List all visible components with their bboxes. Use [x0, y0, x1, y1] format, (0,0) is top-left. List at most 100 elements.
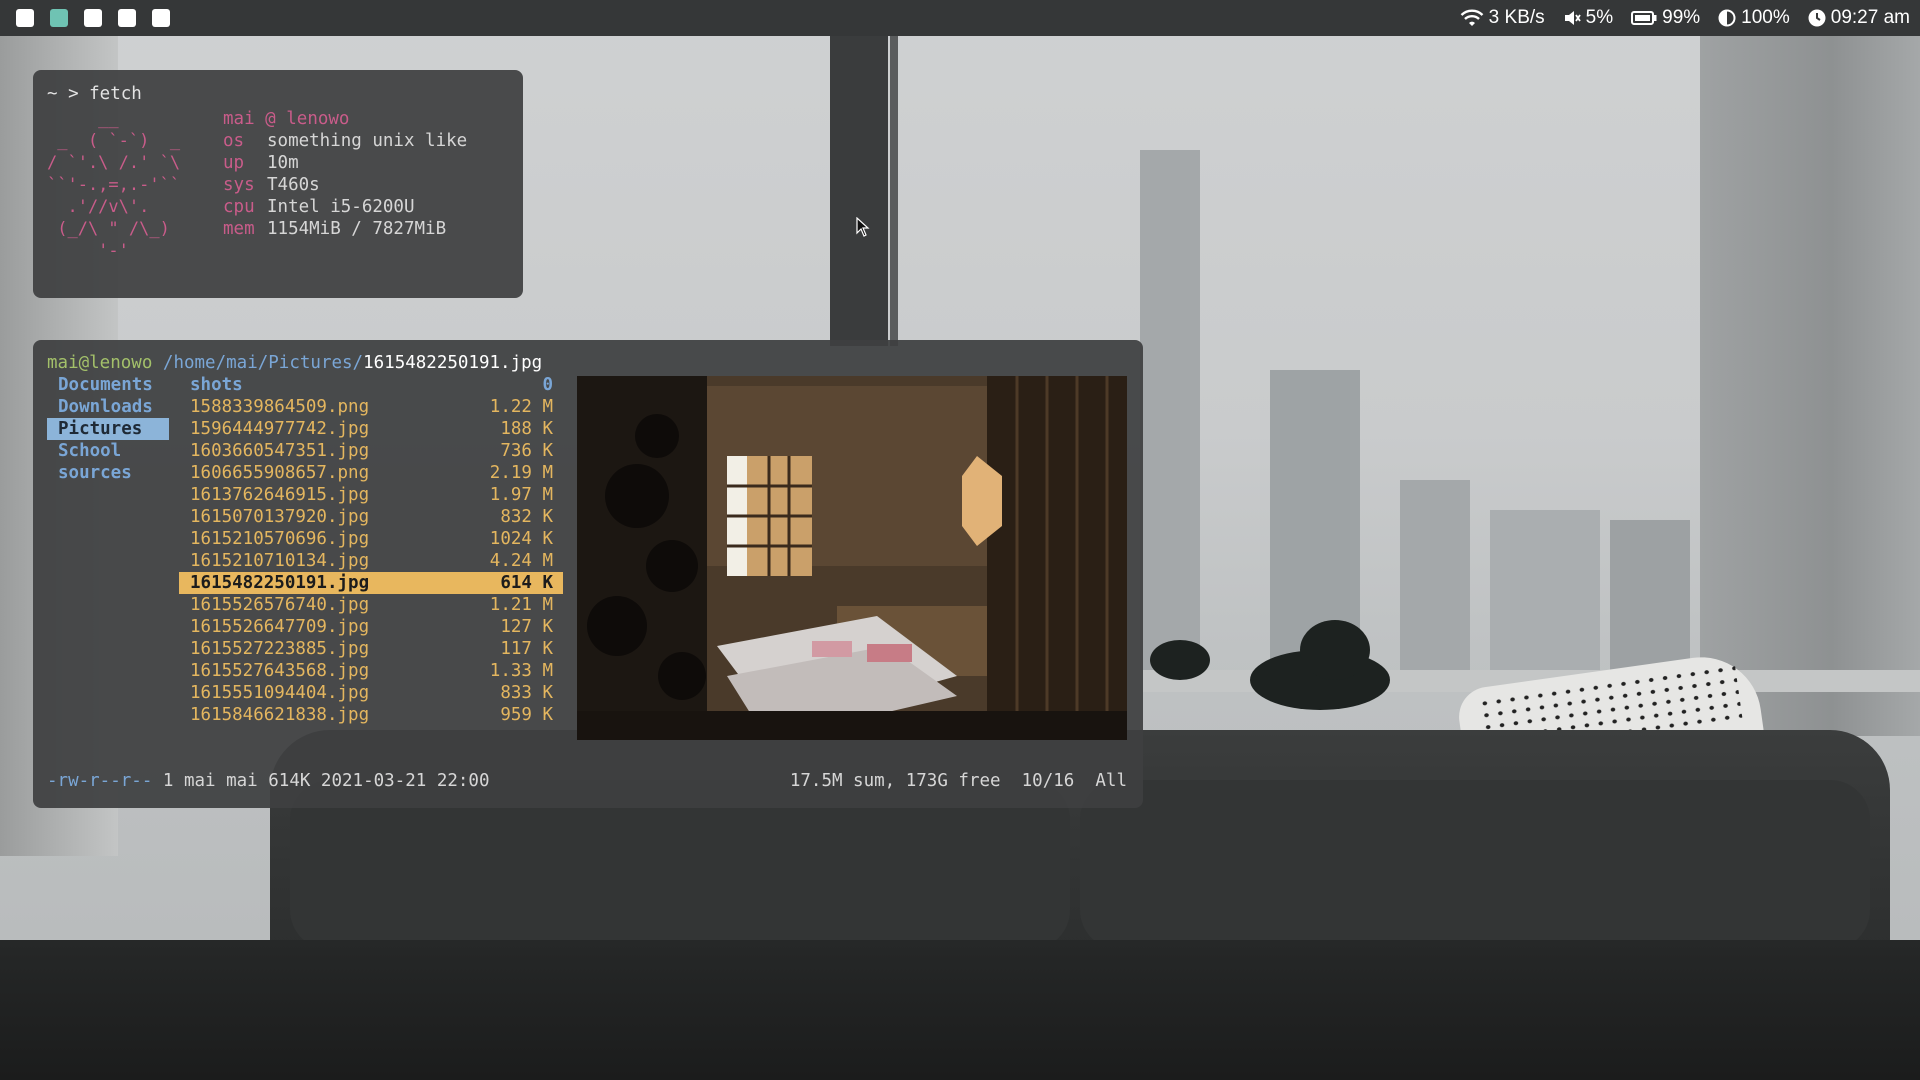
file-list: shots 0 1588339864509.png 1.22 M 159644497… [179, 374, 563, 726]
workspace-4-button[interactable] [118, 9, 136, 27]
file-size: 2.19 M [489, 463, 553, 483]
fetch-user: mai [223, 109, 255, 129]
file-details: 1 mai mai 614K 2021-03-21 22:00 [152, 771, 490, 791]
user-host: mai@lenowo [47, 353, 153, 373]
list-item[interactable]: 1615210570696.jpg 1024 K [179, 528, 563, 550]
file-size: 959 K [500, 705, 553, 725]
list-item[interactable]: 1615210710134.jpg 4.24 M [179, 550, 563, 572]
info-row-os: os something unix like [223, 130, 467, 152]
fetch-host: lenowo [286, 109, 350, 129]
info-row-cpu: cpu Intel i5-6200U [223, 196, 467, 218]
workspace-2-button[interactable] [50, 9, 68, 27]
list-item[interactable]: 1615551094404.jpg 833 K [179, 682, 563, 704]
fetch-terminal-window[interactable]: ~ > fetch __ _ ( `-`) _ / `'.\ /.' `\ ``… [33, 70, 523, 298]
user-host-line: mai @ lenowo [223, 108, 467, 130]
list-item-folder[interactable]: shots 0 [179, 374, 563, 396]
status-area: 3 KB/s 5% 99% 100% 09:27 am [1460, 0, 1910, 36]
file-size: 1.97 M [489, 485, 553, 505]
file-size: 1024 K [489, 529, 553, 549]
file-name: 1615210570696.jpg [190, 529, 370, 549]
room-photo-preview [577, 376, 1127, 740]
dir-item-downloads[interactable]: Downloads [47, 396, 169, 418]
file-name: 1615551094404.jpg [190, 683, 370, 703]
current-directory: /home/mai/Pictures/ [162, 353, 364, 373]
brightness-status[interactable]: 100% [1718, 7, 1790, 29]
ascii-art-logo: __ _ ( `-`) _ / `'.\ /.' `\ ``'-.,=,.-'`… [47, 109, 181, 261]
current-file: 1615482250191.jpg [363, 353, 543, 373]
workspace-5-button[interactable] [152, 9, 170, 27]
network-status[interactable]: 3 KB/s [1460, 7, 1545, 29]
file-size: 1.21 M [489, 595, 553, 615]
info-key: os [223, 131, 245, 151]
battery-icon [1631, 11, 1657, 25]
list-item[interactable]: 1613762646915.jpg 1.97 M [179, 484, 563, 506]
workspace-3-button[interactable] [84, 9, 102, 27]
info-row-mem: mem 1154MiB / 7827MiB [223, 218, 467, 240]
info-key: cpu [223, 197, 255, 217]
list-item[interactable]: 1615527643568.jpg 1.33 M [179, 660, 563, 682]
file-name: 1588339864509.png [190, 397, 370, 417]
list-item[interactable]: 1615070137920.jpg 832 K [179, 506, 563, 528]
file-size: 1.22 M [489, 397, 553, 417]
file-size: 736 K [500, 441, 553, 461]
ranger-path-header: mai@lenowo /home/mai/Pictures/1615482250… [47, 352, 542, 374]
file-size: 1.33 M [489, 661, 553, 681]
list-item[interactable]: 1615526647709.jpg 127 K [179, 616, 563, 638]
brightness-level: 100% [1741, 7, 1790, 28]
battery-status[interactable]: 99% [1631, 7, 1700, 29]
shell-prompt: ~ > fetch [47, 84, 142, 104]
directory-summary: 17.5M sum, 173G free 10/16 All [789, 771, 1127, 791]
file-name: 1615527223885.jpg [190, 639, 370, 659]
file-name: shots [190, 375, 243, 395]
file-permissions: -rw-r--r-- [47, 771, 153, 791]
file-size: 832 K [500, 507, 553, 527]
file-name: 1615846621838.jpg [190, 705, 370, 725]
info-key: sys [223, 175, 255, 195]
ranger-file-manager-window[interactable]: mai@lenowo /home/mai/Pictures/1615482250… [33, 340, 1143, 808]
file-size: 614 K [500, 573, 553, 593]
list-item[interactable]: 1615526576740.jpg 1.21 M [179, 594, 563, 616]
info-value: 1154MiB / 7827MiB [267, 219, 447, 239]
fetch-at: @ [265, 109, 276, 129]
list-item[interactable]: 1615527223885.jpg 117 K [179, 638, 563, 660]
file-name: 1606655908657.png [190, 463, 370, 483]
clock[interactable]: 09:27 am [1808, 7, 1910, 29]
info-value: 10m [267, 153, 299, 173]
list-item[interactable]: 1606655908657.png 2.19 M [179, 462, 563, 484]
file-size: 833 K [500, 683, 553, 703]
brightness-icon [1718, 9, 1736, 27]
dir-item-pictures[interactable]: Pictures [47, 418, 169, 440]
file-name: 1615070137920.jpg [190, 507, 370, 527]
file-name: 1596444977742.jpg [190, 419, 370, 439]
image-preview [577, 376, 1127, 740]
info-value: Intel i5-6200U [267, 197, 415, 217]
file-name: 1615526576740.jpg [190, 595, 370, 615]
dir-item-documents[interactable]: Documents [47, 374, 169, 396]
list-item[interactable]: 1603660547351.jpg 736 K [179, 440, 563, 462]
list-item[interactable]: 1596444977742.jpg 188 K [179, 418, 563, 440]
info-row-up: up 10m [223, 152, 467, 174]
list-item[interactable]: 1588339864509.png 1.22 M [179, 396, 563, 418]
info-value: something unix like [267, 131, 468, 151]
workspace-1-button[interactable] [16, 9, 34, 27]
list-item[interactable]: 1615846621838.jpg 959 K [179, 704, 563, 726]
info-key: mem [223, 219, 255, 239]
volume-status[interactable]: 5% [1563, 7, 1613, 29]
file-size: 188 K [500, 419, 553, 439]
workspace-switcher [16, 9, 170, 27]
info-row-sys: sys T460s [223, 174, 467, 196]
file-name: 1615210710134.jpg [190, 551, 370, 571]
speaker-muted-icon [1563, 9, 1581, 27]
file-size: 0 [542, 375, 553, 395]
info-value: T460s [267, 175, 320, 195]
dir-item-school[interactable]: School [47, 440, 169, 462]
parent-directory-column: Documents Downloads Pictures School sour… [47, 374, 169, 484]
system-info: mai @ lenowo os something unix like up 10m… [223, 108, 467, 240]
volume-level: 5% [1585, 7, 1614, 28]
ranger-status-line: -rw-r--r-- 1 mai mai 614K 2021-03-21 22:… [47, 770, 1127, 792]
file-name: 1615527643568.jpg [190, 661, 370, 681]
list-item-selected[interactable]: 1615482250191.jpg 614 K [179, 572, 563, 594]
dir-item-sources[interactable]: sources [47, 462, 169, 484]
top-status-bar: 3 KB/s 5% 99% 100% 09:27 am [0, 0, 1920, 36]
wifi-icon [1460, 8, 1484, 28]
